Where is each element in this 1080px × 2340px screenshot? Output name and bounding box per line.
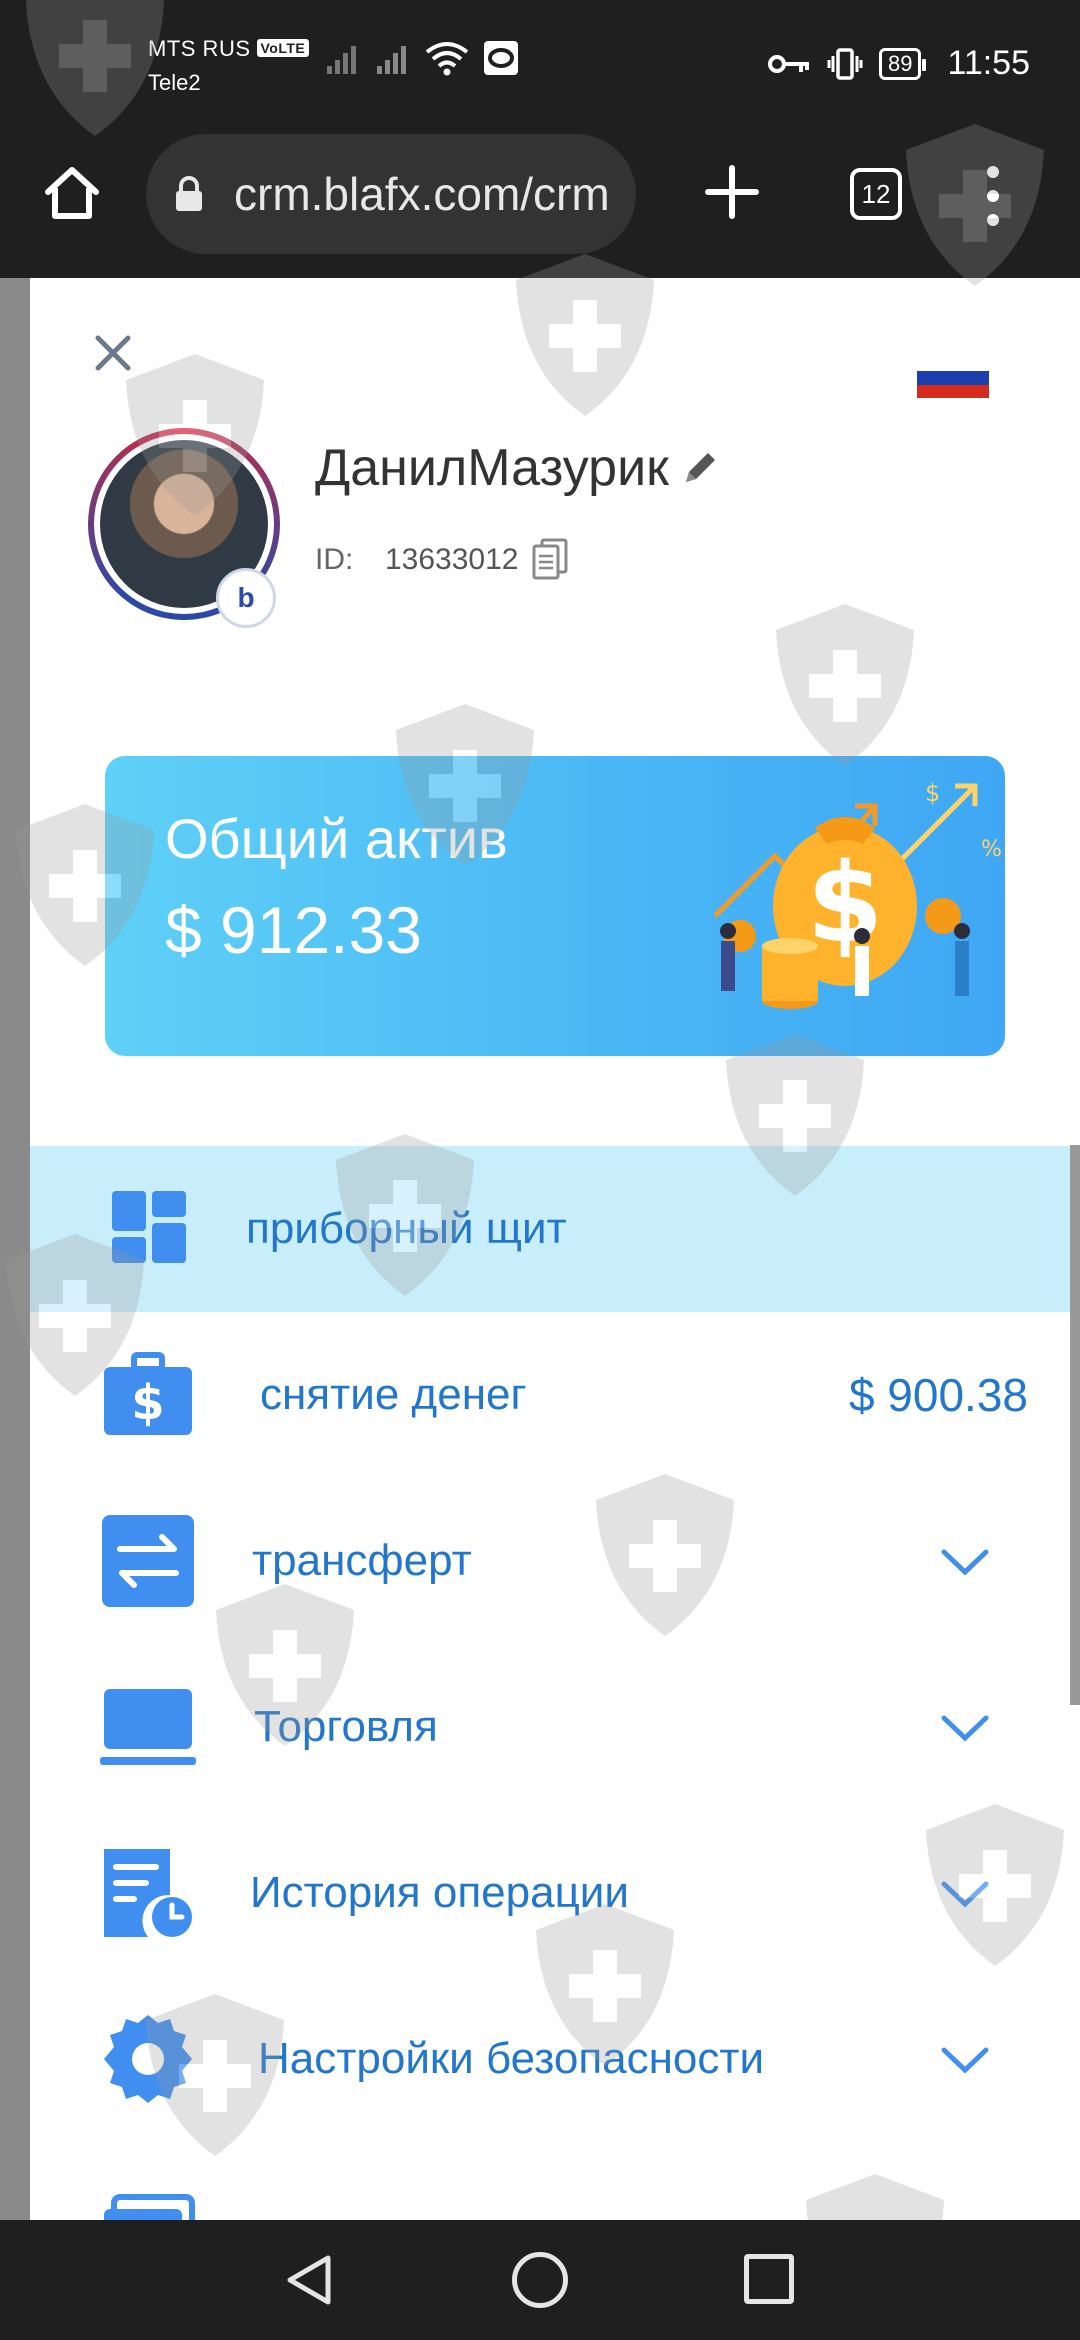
withdraw-icon: $ [104, 1352, 192, 1435]
menu-item-dashboard[interactable]: приборный щит [30, 1146, 1080, 1312]
url-text: crm.blafx.com/crm [234, 168, 610, 220]
history-icon [104, 1849, 192, 1937]
menu-label-transfer: трансферт [252, 1536, 472, 1585]
scrollbar[interactable] [1070, 1145, 1080, 1705]
menu-label-security: Настройки безопасности [258, 2034, 765, 2083]
battery-indicator: 89 [878, 47, 927, 80]
tabs-button[interactable]: 12 [850, 168, 902, 220]
close-icon[interactable] [88, 328, 138, 378]
menu-item-security[interactable]: Настройки безопасности [30, 1976, 1080, 2142]
clock: 11:55 [947, 44, 1030, 82]
menu-item-transfer[interactable]: трансферт [30, 1478, 1080, 1644]
cards-icon [104, 2194, 195, 2220]
chevron-down-icon[interactable] [940, 1712, 990, 1742]
menu-item-trading[interactable]: Торговля [30, 1644, 1080, 1810]
total-assets-value: $ 912.33 [165, 893, 422, 967]
menu-label-trading: Торговля [254, 1702, 438, 1751]
chevron-down-icon[interactable] [940, 1878, 990, 1908]
status-right: 89 11:55 [767, 44, 1030, 83]
more-options-icon[interactable] [985, 166, 1001, 226]
carrier-primary: MTS RUS VoLTE [148, 36, 310, 62]
menu-label-withdraw: снятие денег [260, 1370, 527, 1419]
chevron-down-icon[interactable] [940, 2044, 990, 2074]
gear-icon [104, 2015, 192, 2103]
plus-icon[interactable] [700, 160, 764, 224]
menu-item-history[interactable]: История операции [30, 1810, 1080, 1976]
status-bar: MTS RUS VoLTE Tele2 89 11:55 [0, 0, 1080, 130]
svg-text:$: $ [807, 839, 884, 967]
total-assets-label: Общий актив [165, 807, 508, 870]
vpn-icon [484, 41, 518, 75]
user-id-label: ID: [315, 543, 354, 576]
carrier-secondary: Tele2 [148, 70, 201, 95]
copy-icon[interactable] [530, 536, 570, 582]
withdraw-amount: $ 900.38 [848, 1369, 1028, 1421]
wifi-icon [425, 42, 469, 76]
vibrate-icon [827, 47, 863, 80]
avatar-badge: b [216, 568, 276, 628]
menu-item-withdraw[interactable]: $ снятие денег $ 900.38 [30, 1312, 1080, 1478]
transfer-icon [102, 1515, 194, 1607]
system-nav-bar [0, 2220, 1080, 2340]
svg-text:$: $ [131, 1375, 164, 1431]
volte-badge: VoLTE [256, 39, 310, 57]
money-bag-illustration: $ $ % [713, 779, 1002, 1009]
back-icon[interactable] [282, 2252, 338, 2308]
svg-text:$: $ [925, 779, 940, 807]
svg-text:%: % [981, 837, 1002, 862]
dashboard-icon [112, 1191, 186, 1263]
menu-label-dashboard: приборный щит [246, 1204, 567, 1253]
key-icon [767, 54, 809, 73]
user-name: ДанилМазурик [315, 439, 669, 497]
browser-toolbar: crm.blafx.com/crm 12 [0, 130, 1080, 278]
home-nav-icon[interactable] [512, 2252, 568, 2308]
lock-icon [176, 176, 202, 211]
carrier-primary-text: MTS RUS [148, 36, 251, 61]
signal-indicators [325, 40, 519, 76]
total-assets-card: Общий актив $ 912.33 $ $ % [105, 756, 1005, 1056]
russia-flag-icon[interactable] [917, 358, 989, 398]
menu-label-history: История операции [250, 1868, 629, 1917]
pencil-icon[interactable] [680, 448, 720, 488]
user-id-value: 13633012 [385, 543, 519, 576]
side-drawer: b ДанилМазурик ID: 13633012 Общий актив … [30, 278, 1080, 2220]
chevron-down-icon[interactable] [940, 1546, 990, 1576]
signal-icon [377, 46, 406, 74]
laptop-icon [100, 1689, 196, 1765]
signal-icon [327, 46, 356, 74]
recent-apps-icon[interactable] [744, 2254, 794, 2304]
url-bar[interactable]: crm.blafx.com/crm [146, 134, 636, 254]
home-icon[interactable] [40, 160, 104, 224]
